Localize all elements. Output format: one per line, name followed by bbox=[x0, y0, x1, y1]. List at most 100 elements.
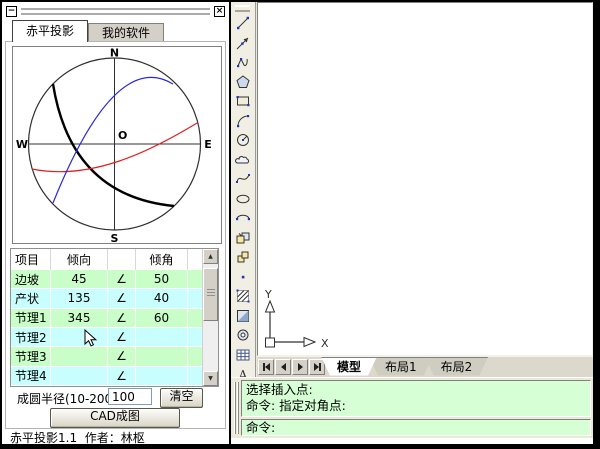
panel-tab-2[interactable]: 我的软件 bbox=[88, 23, 164, 42]
command-prompt-text: 命令: bbox=[246, 420, 275, 435]
cell-dip-angle[interactable]: 40 bbox=[136, 289, 188, 307]
cell-dip-direction[interactable]: 345 bbox=[51, 309, 108, 327]
layout-tab-1[interactable]: 模型 bbox=[321, 357, 377, 376]
cell-dip-direction[interactable] bbox=[51, 367, 108, 385]
label-north: N bbox=[110, 47, 119, 60]
gradient-icon[interactable] bbox=[234, 307, 252, 325]
table-row[interactable]: 节理4 ∠ bbox=[11, 367, 202, 386]
cell-dip-angle[interactable] bbox=[136, 347, 188, 365]
line-icon[interactable] bbox=[234, 14, 252, 32]
layout-next-button[interactable] bbox=[292, 359, 308, 375]
command-input-line[interactable]: 命令: bbox=[241, 419, 591, 436]
cell-item[interactable]: 节理2 bbox=[11, 328, 51, 346]
ucs-y-label: Y bbox=[264, 288, 272, 301]
cell-angle-symbol[interactable]: ∠ bbox=[108, 347, 136, 365]
header-item: 项目 bbox=[11, 249, 51, 270]
command-history[interactable]: 选择插入点:命令: 指定对角点: bbox=[241, 380, 591, 417]
layout-last-button[interactable] bbox=[309, 359, 325, 375]
layout-prev-button[interactable] bbox=[275, 359, 291, 375]
cell-dip-direction[interactable] bbox=[51, 347, 108, 365]
cell-angle-symbol[interactable]: ∠ bbox=[108, 367, 136, 385]
spline-icon[interactable] bbox=[234, 170, 252, 188]
table-icon[interactable] bbox=[234, 346, 252, 364]
cell-dip-angle[interactable]: 50 bbox=[136, 270, 188, 288]
cell-item[interactable]: 节理1 bbox=[11, 309, 51, 327]
cell-item[interactable]: 边坡 bbox=[11, 270, 51, 288]
layout-tab-2[interactable]: 布局1 bbox=[369, 357, 433, 376]
cell-spacer[interactable] bbox=[188, 328, 202, 346]
label-south: S bbox=[111, 232, 119, 243]
scroll-thumb[interactable] bbox=[203, 268, 218, 321]
region-icon[interactable] bbox=[234, 326, 252, 344]
cell-item[interactable]: 产状 bbox=[11, 289, 51, 307]
screenshot-frame: − × 赤平投影我的软件 N S W E O bbox=[0, 0, 600, 449]
polyline-icon[interactable] bbox=[234, 53, 252, 71]
label-east: E bbox=[204, 138, 212, 151]
header-spacer bbox=[188, 249, 202, 270]
insert-block-icon[interactable] bbox=[234, 229, 252, 247]
ellipse-icon[interactable] bbox=[234, 190, 252, 208]
scroll-thumb-grip bbox=[207, 289, 215, 297]
label-origin: O bbox=[118, 129, 127, 142]
table-row[interactable]: 节理1345∠60 bbox=[11, 309, 202, 328]
layout-first-button[interactable] bbox=[258, 359, 274, 375]
panel-tab-1[interactable]: 赤平投影 bbox=[12, 20, 88, 42]
rectangle-icon[interactable] bbox=[234, 92, 252, 110]
panel-titlebar[interactable]: − × bbox=[6, 5, 225, 18]
circle-icon[interactable] bbox=[234, 131, 252, 149]
cell-angle-symbol[interactable]: ∠ bbox=[108, 309, 136, 327]
cell-dip-direction[interactable]: 135 bbox=[51, 289, 108, 307]
toolbar-grip[interactable] bbox=[235, 5, 250, 12]
panel-footer-text: 赤平投影1.1 作者：林枢 bbox=[10, 429, 145, 446]
command-window-grip[interactable] bbox=[234, 382, 239, 434]
polygon-icon[interactable] bbox=[234, 73, 252, 91]
status-strip bbox=[231, 438, 593, 444]
table-row[interactable]: 边坡45∠50 bbox=[11, 270, 202, 289]
multiline-text-icon[interactable]: A bbox=[234, 365, 252, 377]
cell-spacer[interactable] bbox=[188, 289, 202, 307]
drawing-canvas[interactable]: Y X bbox=[257, 2, 593, 356]
make-block-icon[interactable] bbox=[234, 248, 252, 266]
cell-dip-angle[interactable]: 60 bbox=[136, 309, 188, 327]
cell-spacer[interactable] bbox=[188, 270, 202, 288]
cell-dip-angle[interactable] bbox=[136, 367, 188, 385]
mouse-cursor bbox=[84, 329, 97, 347]
header-dip-angle: 倾角 bbox=[136, 249, 188, 270]
cell-spacer[interactable] bbox=[188, 367, 202, 385]
revision-cloud-icon[interactable] bbox=[234, 151, 252, 169]
clear-button[interactable]: 清空 bbox=[160, 388, 203, 408]
cell-spacer[interactable] bbox=[188, 347, 202, 365]
svg-text:A: A bbox=[238, 368, 248, 377]
hatch-icon[interactable] bbox=[234, 287, 252, 305]
cell-item[interactable]: 节理4 bbox=[11, 367, 51, 385]
table-row[interactable]: 节理3 ∠ bbox=[11, 347, 202, 366]
dip-table: 项目 倾向 倾角 边坡45∠50产状135∠40节理1345∠60节理2∠节理3… bbox=[10, 248, 219, 387]
cell-item[interactable]: 节理3 bbox=[11, 347, 51, 365]
command-window: 选择插入点:命令: 指定对角点: 命令: bbox=[231, 377, 593, 438]
header-angle bbox=[108, 249, 136, 270]
cell-angle-symbol[interactable]: ∠ bbox=[108, 289, 136, 307]
panel-collapse-button[interactable]: − bbox=[6, 6, 17, 17]
table-row[interactable]: 产状135∠40 bbox=[11, 289, 202, 308]
point-icon[interactable] bbox=[234, 268, 252, 286]
panel-close-button[interactable]: × bbox=[214, 6, 225, 17]
titlebar-grip[interactable] bbox=[21, 8, 210, 15]
ucs-icon: Y X bbox=[260, 288, 336, 354]
cell-angle-symbol[interactable]: ∠ bbox=[108, 270, 136, 288]
scroll-up-button[interactable]: ▲ bbox=[203, 249, 218, 264]
scroll-down-button[interactable]: ▼ bbox=[203, 371, 218, 386]
layout-tabs: 模型布局1布局2 bbox=[329, 357, 488, 378]
arc-icon[interactable] bbox=[234, 112, 252, 130]
ellipse-arc-icon[interactable] bbox=[234, 209, 252, 227]
table-row[interactable]: 节理2 ∠ bbox=[11, 328, 202, 347]
cell-dip-angle[interactable] bbox=[136, 328, 188, 346]
layout-tab-3[interactable]: 布局2 bbox=[425, 357, 489, 376]
radius-input[interactable] bbox=[108, 388, 152, 405]
cad-draw-button[interactable]: CAD成图 bbox=[50, 408, 180, 428]
cell-angle-symbol[interactable]: ∠ bbox=[108, 328, 136, 346]
construction-line-icon[interactable] bbox=[234, 34, 252, 52]
cell-dip-direction[interactable] bbox=[51, 328, 108, 346]
cell-dip-direction[interactable]: 45 bbox=[51, 270, 108, 288]
table-scrollbar[interactable]: ▲ ▼ bbox=[202, 249, 218, 386]
cell-spacer[interactable] bbox=[188, 309, 202, 327]
